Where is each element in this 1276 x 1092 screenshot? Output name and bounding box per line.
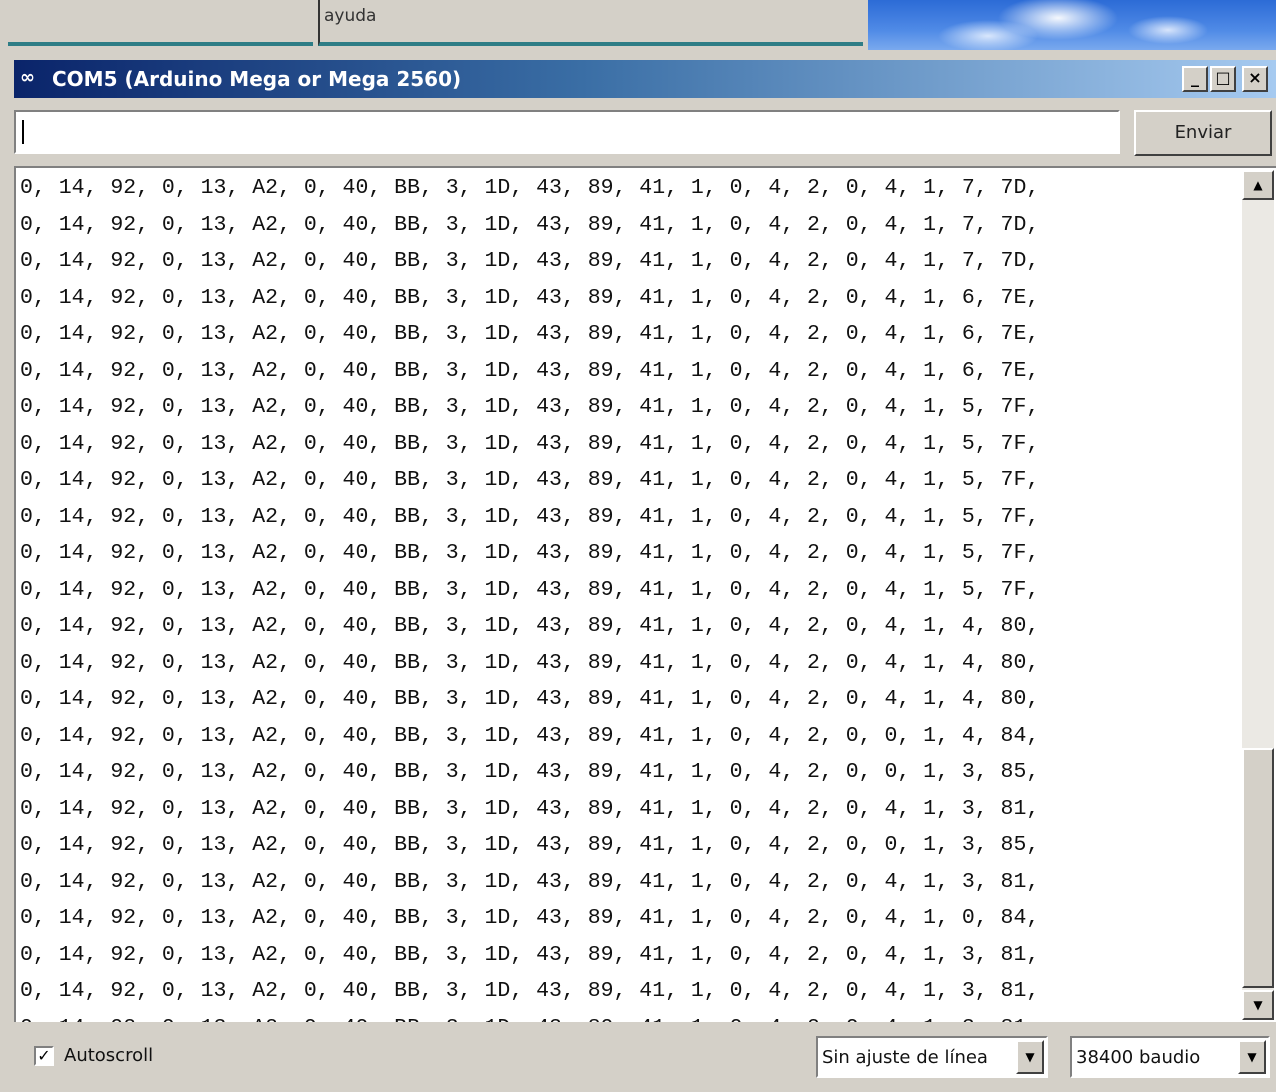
output-line: 0, 14, 92, 0, 13, A2, 0, 40, BB, 3, 1D, … [20,395,1040,419]
background-window: ayuda [0,0,1276,56]
close-button[interactable]: × [1242,66,1268,92]
output-line: 0, 14, 92, 0, 13, A2, 0, 40, BB, 3, 1D, … [20,322,1040,346]
text-caret [22,120,24,144]
output-line: 0, 14, 92, 0, 13, A2, 0, 40, BB, 3, 1D, … [20,358,1040,383]
output-line: 0, 14, 92, 0, 13, A2, 0, 40, BB, 3, 1D, … [20,504,1040,529]
background-panel-left [8,0,313,46]
scroll-down-arrow-icon[interactable]: ▼ [1242,990,1274,1020]
output-line: 0, 14, 92, 0, 13, A2, 0, 40, BB, 3, 1D, … [20,1010,1240,1023]
title-bar[interactable]: ∞ COM5 (Arduino Mega or Mega 2560) _ □ × [14,60,1276,98]
serial-monitor-window: ∞ COM5 (Arduino Mega or Mega 2560) _ □ ×… [10,56,1276,1092]
line-ending-select[interactable]: Sin ajuste de línea ▼ [816,1036,1048,1078]
output-line: 0, 14, 92, 0, 13, A2, 0, 40, BB, 3, 1D, … [20,979,1040,1003]
output-line: 0, 14, 92, 0, 13, A2, 0, 40, BB, 3, 1D, … [20,176,1040,200]
status-footer: ✓ Autoscroll Sin ajuste de línea ▼ 38400… [10,1022,1276,1092]
output-line: 0, 14, 92, 0, 13, A2, 0, 40, BB, 3, 1D, … [20,541,1040,565]
baud-rate-select[interactable]: 38400 baudio ▼ [1070,1036,1270,1078]
vertical-scrollbar[interactable]: ▲ ▼ [1242,170,1274,1020]
output-line: 0, 14, 92, 0, 13, A2, 0, 40, BB, 3, 1D, … [20,942,1040,967]
send-input[interactable] [14,110,1120,154]
output-line: 0, 14, 92, 0, 13, A2, 0, 40, BB, 3, 1D, … [20,249,1040,273]
line-ending-value: Sin ajuste de línea [822,1047,988,1068]
output-line: 0, 14, 92, 0, 13, A2, 0, 40, BB, 3, 1D, … [20,723,1040,748]
output-line: 0, 14, 92, 0, 13, A2, 0, 40, BB, 3, 1D, … [20,431,1040,456]
maximize-button[interactable]: □ [1210,66,1236,92]
desktop-wallpaper [868,0,1276,50]
output-line: 0, 14, 92, 0, 13, A2, 0, 40, BB, 3, 1D, … [20,468,1040,492]
autoscroll-checkbox[interactable]: ✓ [34,1046,54,1066]
output-line: 0, 14, 92, 0, 13, A2, 0, 40, BB, 3, 1D, … [20,650,1040,675]
serial-output[interactable]: 0, 14, 92, 0, 13, A2, 0, 40, BB, 3, 1D, … [14,166,1276,1022]
autoscroll-label[interactable]: Autoscroll [64,1044,153,1068]
output-line: 0, 14, 92, 0, 13, A2, 0, 40, BB, 3, 1D, … [20,796,1040,821]
scrollbar-thumb[interactable] [1242,748,1274,988]
arduino-logo-icon: ∞ [20,67,35,88]
scroll-up-arrow-icon[interactable]: ▲ [1242,170,1274,200]
output-line: 0, 14, 92, 0, 13, A2, 0, 40, BB, 3, 1D, … [20,577,1040,602]
output-line: 0, 14, 92, 0, 13, A2, 0, 40, BB, 3, 1D, … [20,760,1040,784]
output-lines: 0, 14, 92, 0, 13, A2, 0, 40, BB, 3, 1D, … [20,170,1240,1022]
send-button[interactable]: Enviar [1134,110,1272,156]
baud-rate-value: 38400 baudio [1076,1047,1201,1068]
output-line: 0, 14, 92, 0, 13, A2, 0, 40, BB, 3, 1D, … [20,614,1040,638]
output-line: 0, 14, 92, 0, 13, A2, 0, 40, BB, 3, 1D, … [20,687,1040,711]
window-title: COM5 (Arduino Mega or Mega 2560) [52,67,462,91]
output-line: 0, 14, 92, 0, 13, A2, 0, 40, BB, 3, 1D, … [20,906,1040,930]
output-line: 0, 14, 92, 0, 13, A2, 0, 40, BB, 3, 1D, … [20,833,1040,857]
chevron-down-icon[interactable]: ▼ [1238,1040,1266,1074]
output-line: 0, 14, 92, 0, 13, A2, 0, 40, BB, 3, 1D, … [20,869,1040,894]
background-panel-menu: ayuda [318,0,863,46]
output-line: 0, 14, 92, 0, 13, A2, 0, 40, BB, 3, 1D, … [20,212,1040,237]
output-line: 0, 14, 92, 0, 13, A2, 0, 40, BB, 3, 1D, … [20,285,1040,310]
checkmark-icon: ✓ [37,1046,51,1065]
minimize-button[interactable]: _ [1182,66,1208,92]
chevron-down-icon[interactable]: ▼ [1016,1040,1044,1074]
background-menu-text: ayuda [324,6,377,26]
